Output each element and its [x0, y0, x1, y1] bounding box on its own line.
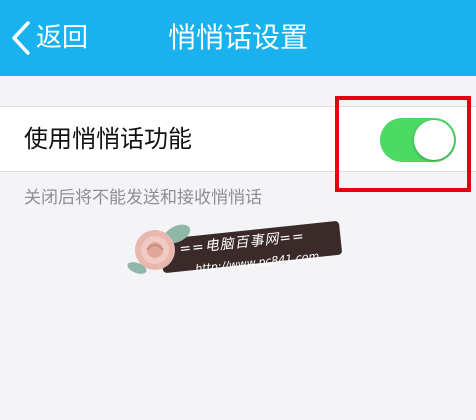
setting-row-whisper: 使用悄悄话功能	[0, 106, 476, 172]
whisper-toggle[interactable]	[380, 118, 456, 162]
navigation-bar: 返回 悄悄话设置	[0, 0, 476, 76]
toggle-knob	[414, 120, 454, 160]
hint-text: 关闭后将不能发送和接收悄悄话	[24, 188, 262, 208]
setting-label: 使用悄悄话功能	[24, 125, 192, 153]
watermark: ==电脑百事网== http://www.pc841.com	[125, 220, 345, 290]
page-title: 悄悄话设置	[167, 21, 308, 54]
